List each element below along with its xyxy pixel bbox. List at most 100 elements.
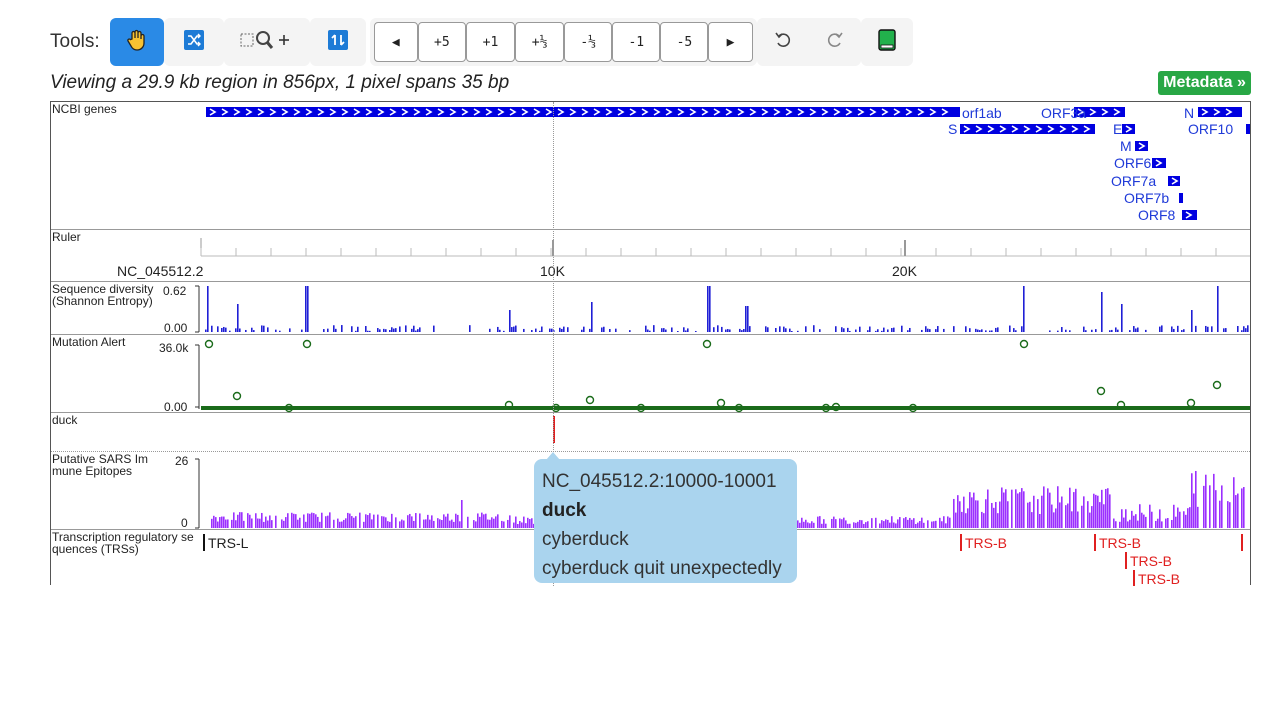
- gene-label-orf1ab[interactable]: orf1ab: [962, 105, 1002, 121]
- undo-icon[interactable]: [773, 30, 793, 55]
- pan-right-button[interactable]: ▶: [708, 22, 753, 62]
- zoom-in-5-button[interactable]: +5: [417, 22, 466, 62]
- epitope-bar: [897, 519, 899, 528]
- diversity-bar: [335, 328, 337, 332]
- trs-b-marker[interactable]: [1133, 570, 1135, 586]
- epitope-bar: [237, 514, 239, 528]
- gene-label-m[interactable]: M: [1120, 138, 1132, 154]
- zoom-in-1-button[interactable]: +1: [465, 22, 516, 62]
- epitope-bar: [1133, 515, 1135, 528]
- epitope-bar: [441, 520, 443, 528]
- epitope-bar: [971, 497, 973, 528]
- diversity-bar: [225, 327, 227, 332]
- epitope-bar: [257, 518, 259, 528]
- epitope-bar: [493, 518, 495, 528]
- diversity-bar: [653, 325, 655, 332]
- pan-left-button[interactable]: ◀: [373, 22, 418, 62]
- zoom-in-third-button[interactable]: +⅓: [515, 22, 565, 62]
- view-caption: Viewing a 29.9 kb region in 856px, 1 pix…: [50, 72, 510, 93]
- epitope-bar: [909, 517, 911, 528]
- diversity-bar: [779, 326, 781, 332]
- diversity-bar: [1161, 325, 1163, 332]
- epitope-bar: [263, 521, 265, 528]
- epitope-bar: [1129, 519, 1131, 528]
- epitope-bar: [213, 515, 215, 528]
- epitope-bar: [311, 512, 313, 528]
- trs-b-marker[interactable]: [960, 534, 962, 551]
- epitope-bar: [281, 519, 283, 528]
- gene-label-e[interactable]: E: [1113, 121, 1122, 137]
- epitope-bar: [365, 514, 367, 528]
- pan-tool-button[interactable]: [109, 18, 164, 66]
- epitope-bar: [1073, 492, 1075, 528]
- epitope-bar: [915, 523, 917, 528]
- duck-feature-marker[interactable]: [553, 416, 555, 443]
- gene-label-s[interactable]: S: [948, 121, 957, 137]
- gene-feature: [1152, 158, 1166, 168]
- epitope-bar: [1027, 502, 1029, 528]
- trs-b-marker[interactable]: [1125, 552, 1127, 569]
- epitope-bar: [223, 516, 225, 528]
- epitope-bar: [1031, 512, 1033, 528]
- gene-label-orf7b[interactable]: ORF7b: [1124, 190, 1169, 206]
- diversity-bar: [369, 330, 371, 332]
- epitope-bar: [1091, 506, 1093, 528]
- zoom-out-5-button[interactable]: -5: [660, 22, 709, 62]
- zoom-out-third-button[interactable]: -⅓: [564, 22, 613, 62]
- zoom-select-tool-button[interactable]: [223, 18, 310, 66]
- trs-b-marker[interactable]: [1241, 534, 1243, 551]
- epitope-bar: [529, 519, 531, 528]
- epitope-bar: [1069, 487, 1071, 528]
- epitope-bar: [1113, 518, 1115, 528]
- shuffle-icon: [183, 29, 204, 55]
- gene-label-orf10[interactable]: ORF10: [1188, 121, 1233, 137]
- epitope-bar: [1171, 519, 1173, 528]
- epitope-bar: [1037, 499, 1039, 528]
- diversity-bar: [901, 325, 903, 332]
- ruler-chrom-label: NC_045512.2: [117, 263, 204, 279]
- epitope-bar: [243, 520, 245, 528]
- epitope-bar: [857, 521, 859, 528]
- gene-label-n[interactable]: N: [1184, 105, 1194, 121]
- diversity-bar: [953, 326, 955, 332]
- epitope-bar: [1237, 493, 1239, 528]
- epitope-bar: [899, 517, 901, 528]
- metadata-button[interactable]: Metadata »: [1158, 71, 1251, 95]
- diversity-bar: [1191, 310, 1193, 332]
- epitope-bar: [285, 517, 287, 528]
- gene-label-orf3a[interactable]: ORF3a: [1041, 105, 1086, 121]
- shuffle-tool-button[interactable]: [163, 18, 224, 66]
- epitope-bar: [1229, 502, 1231, 528]
- diversity-bar: [1237, 326, 1239, 332]
- diversity-bar: [237, 304, 239, 332]
- gene-label-orf6[interactable]: ORF6: [1114, 155, 1151, 171]
- diversity-bar: [357, 326, 359, 332]
- mutation-point: [1096, 386, 1106, 396]
- ruler-tick-10k: 10K: [540, 263, 565, 279]
- epitope-bar: [433, 520, 435, 528]
- epitope-bar: [451, 519, 453, 528]
- diversity-bar: [1181, 330, 1183, 332]
- diversity-bar: [389, 330, 391, 332]
- diversity-bar: [1247, 325, 1249, 332]
- epitope-bar: [995, 502, 997, 528]
- diversity-bar: [1129, 330, 1131, 332]
- gene-label-orf8[interactable]: ORF8: [1138, 207, 1175, 223]
- epitope-bar: [931, 521, 933, 528]
- epitope-bar: [1087, 501, 1089, 528]
- trs-b-marker[interactable]: [1094, 534, 1096, 551]
- redo-icon[interactable]: [825, 30, 845, 55]
- trs-l-marker[interactable]: [203, 534, 205, 551]
- diversity-bar: [1225, 328, 1227, 332]
- diversity-bar: [541, 326, 543, 332]
- epitope-bar: [1235, 495, 1237, 528]
- diversity-bar: [341, 325, 343, 332]
- zoom-out-1-button[interactable]: -1: [612, 22, 661, 62]
- epitope-bar: [503, 521, 505, 528]
- book-button[interactable]: [860, 18, 913, 66]
- epitope-bar: [839, 518, 841, 528]
- gene-label-orf7a[interactable]: ORF7a: [1111, 173, 1156, 189]
- swap-tool-button[interactable]: [309, 18, 366, 66]
- diversity-bar: [1145, 329, 1147, 332]
- epitope-bar: [967, 508, 969, 528]
